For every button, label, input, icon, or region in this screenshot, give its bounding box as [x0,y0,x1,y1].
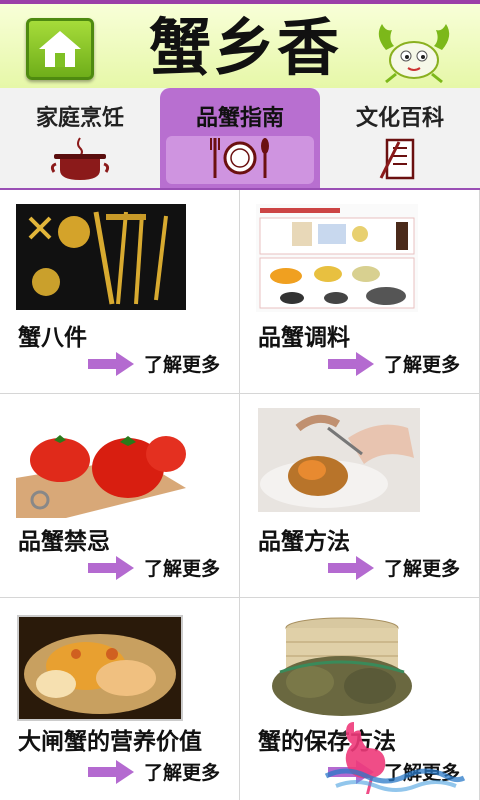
arrow-right-icon [88,351,134,376]
eating-crab-photo [258,408,420,512]
app-title: 蟹乡香 [148,11,341,84]
crab-tools-photo [16,204,186,310]
learn-more-link[interactable]: 了解更多 [328,350,460,377]
card-taboos[interactable]: 品蟹禁忌 了解更多 [0,394,240,598]
arrow-right-icon [88,759,134,784]
flamingo-watermark-icon [324,722,466,794]
arrow-right-icon [328,351,374,376]
card-title: 品蟹方法 [258,529,350,555]
book-icon [379,138,415,180]
card-title: 品蟹禁忌 [18,529,110,555]
card-title: 品蟹调料 [258,325,350,351]
learn-more-link[interactable]: 了解更多 [88,554,220,581]
home-icon [39,31,81,67]
learn-more-link[interactable]: 了解更多 [88,758,220,785]
tab-label: 文化百科 [355,106,444,131]
learn-more-label: 了解更多 [384,354,461,376]
tab-label: 品蟹指南 [195,106,284,131]
home-button[interactable] [26,18,94,80]
app-header: 蟹乡香 [0,0,480,88]
tab-culture-encyclopedia[interactable]: 文化百科 [320,88,480,188]
guide-grid: 蟹八件 了解更多 品蟹调料 了解更多 品蟹禁忌 了解更多 品蟹方法 了解更多 大… [0,190,480,800]
learn-more-link[interactable]: 了解更多 [88,350,220,377]
cutlery-plate-icon [210,138,269,178]
arrow-right-icon [328,555,374,580]
tomatoes-photo [16,408,186,518]
cooking-pot-icon [50,137,110,180]
arrow-right-icon [88,555,134,580]
crab-basket-photo [260,612,424,724]
crab-dish-photo [16,614,184,724]
learn-more-label: 了解更多 [144,558,221,580]
card-seasonings[interactable]: 品蟹调料 了解更多 [240,190,480,394]
tab-crab-eating-guide[interactable]: 品蟹指南 [160,88,320,188]
card-title: 蟹八件 [18,325,87,351]
learn-more-label: 了解更多 [144,354,221,376]
card-nutrition[interactable]: 大闸蟹的营养价值 了解更多 [0,598,240,800]
learn-more-label: 了解更多 [384,558,461,580]
learn-more-label: 了解更多 [144,762,221,784]
seasonings-photo [256,204,418,312]
card-title: 大闸蟹的营养价值 [18,729,202,755]
tab-home-cooking[interactable]: 家庭烹饪 [0,88,160,188]
learn-more-link[interactable]: 了解更多 [328,554,460,581]
tab-label: 家庭烹饪 [35,106,124,131]
card-eating-methods[interactable]: 品蟹方法 了解更多 [240,394,480,598]
card-crab-tools[interactable]: 蟹八件 了解更多 [0,190,240,394]
crab-mascot-icon [378,24,450,84]
category-tabs: 家庭烹饪 品蟹指南 文化百科 [0,88,480,190]
